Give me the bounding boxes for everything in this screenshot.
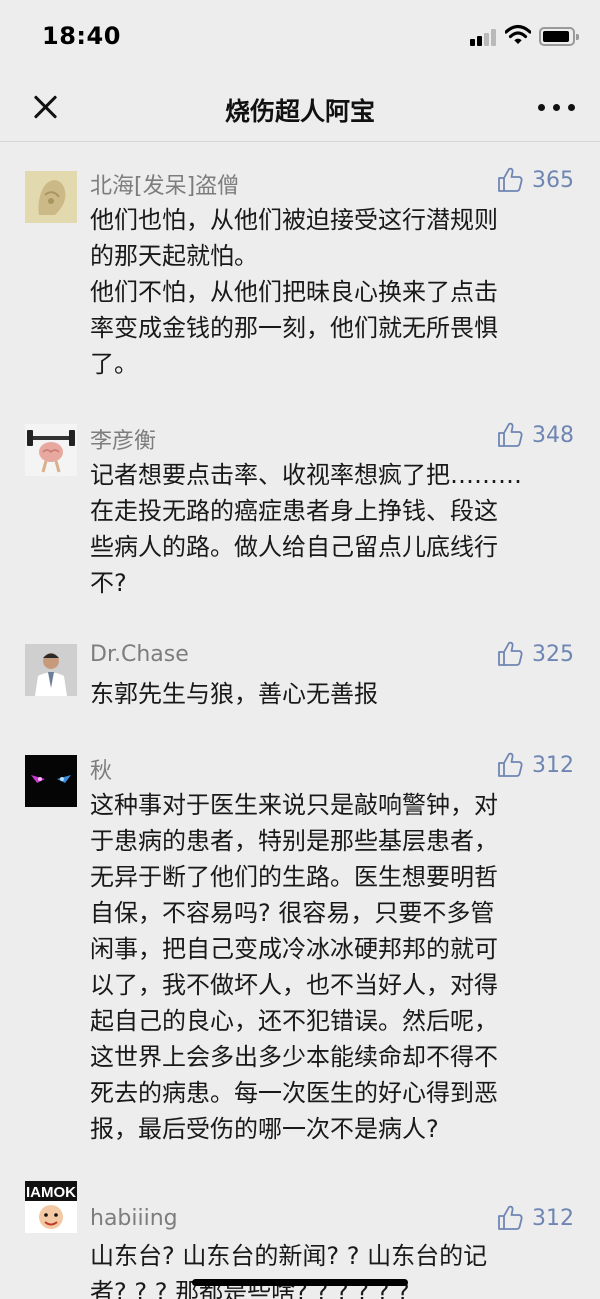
comment-line: 这世界上会多出多少本能续命却不得不 [90, 1043, 498, 1071]
like-count: 348 [532, 422, 574, 448]
like-button[interactable]: 312 [496, 1204, 574, 1232]
comment-line: 些病人的路。做人给自己留点儿底线行 [90, 533, 498, 561]
comment-item: Dr.Chase 325 东郭先生与狼，善心无善报 [0, 616, 600, 730]
nav-bar: 烧伤超人阿宝 [0, 72, 600, 142]
comment-item: 李彦衡 348 记者想要点击率、收视率想疯了把……… 在走投无路的癌症患者身上挣… [0, 396, 600, 616]
avatar[interactable] [25, 171, 77, 223]
like-button[interactable]: 325 [496, 640, 574, 668]
comment-line: 不? [90, 569, 127, 597]
avatar-text: IAMOK [26, 1184, 76, 1201]
wifi-icon [505, 24, 531, 44]
like-count: 312 [532, 1205, 574, 1231]
like-count: 312 [532, 752, 574, 778]
comment-text: 这种事对于医生来说只是敲响警钟，对 于患病的患者，特别是那些基层患者， 无异于断… [90, 787, 570, 1147]
comment-item: 北海[发呆]盗僧 365 他们也怕，从他们被迫接受这行潜规则 的那天起就怕。 他… [0, 143, 600, 396]
comment-line: 了。 [90, 350, 138, 378]
comment-line: 于患病的患者，特别是那些基层患者， [90, 827, 498, 855]
status-bar: 18:40 [0, 0, 600, 72]
comment-line: 在走投无路的癌症患者身上挣钱、段这 [90, 497, 498, 525]
thumbs-up-icon [498, 422, 523, 447]
comment-line: 报，最后受伤的哪一次不是病人? [90, 1115, 439, 1143]
like-button[interactable]: 312 [496, 751, 574, 779]
comment-text: 他们也怕，从他们被迫接受这行潜规则 的那天起就怕。 他们不怕，从他们把昧良心换来… [90, 202, 570, 382]
avatar[interactable] [25, 755, 77, 807]
comment-author[interactable]: habiiing [90, 1206, 178, 1231]
more-icon[interactable] [538, 104, 576, 112]
comment-line: 起自己的良心，还不犯错误。然后呢， [90, 1007, 498, 1035]
comment-line: 他们不怕，从他们把昧良心换来了点击 [90, 278, 498, 306]
comment-text: 记者想要点击率、收视率想疯了把……… 在走投无路的癌症患者身上挣钱、段这 些病人… [90, 457, 570, 601]
like-count: 325 [532, 641, 574, 667]
thumbs-up-icon [498, 1205, 523, 1230]
comment-line: 死去的病患。每一次医生的好心得到恶 [90, 1079, 498, 1107]
thumbs-up-icon [498, 752, 523, 777]
comment-line: 者? ? ? 那都是些啥? ? ? ? ? ? [90, 1278, 410, 1299]
avatar[interactable] [25, 644, 77, 696]
like-button[interactable]: 348 [496, 421, 574, 449]
comment-line: 无异于断了他们的生路。医生想要明哲 [90, 863, 498, 891]
comment-line: 率变成金钱的那一刻，他们就无所畏惧 [90, 314, 498, 342]
avatar[interactable] [25, 424, 77, 476]
comment-line: 东郭先生与狼，善心无善报 [90, 680, 378, 708]
comment-author[interactable]: 李彦衡 [90, 423, 156, 455]
avatar[interactable]: IAMOK [25, 1181, 77, 1233]
status-time: 18:40 [42, 22, 121, 50]
thumbs-up-icon [498, 641, 523, 666]
comment-list: 北海[发呆]盗僧 365 他们也怕，从他们被迫接受这行潜规则 的那天起就怕。 他… [0, 143, 600, 1299]
comment-line: 记者想要点击率、收视率想疯了把……… [90, 461, 522, 489]
comment-item: 秋 312 这种事对于医生来说只是敲响警钟，对 于患病的患者，特别是那些基层患者… [0, 730, 600, 1160]
like-count: 365 [532, 167, 574, 193]
comment-line: 的那天起就怕。 [90, 242, 258, 270]
comment-text: 山东台? 山东台的新闻? ? 山东台的记 者? ? ? 那都是些啥? ? ? ?… [90, 1238, 570, 1299]
comment-line: 山东台? 山东台的新闻? ? 山东台的记 [90, 1242, 488, 1270]
comment-author[interactable]: 北海[发呆]盗僧 [90, 168, 239, 200]
thumbs-up-icon [498, 167, 523, 192]
comment-line: 自保，不容易吗? 很容易，只要不多管 [90, 899, 495, 927]
battery-icon [539, 27, 579, 46]
page-title: 烧伤超人阿宝 [224, 97, 375, 126]
comment-line: 闲事，把自己变成冷冰冰硬邦邦的就可 [90, 935, 498, 963]
comment-line: 他们也怕，从他们被迫接受这行潜规则 [90, 206, 498, 234]
comment-author[interactable]: Dr.Chase [90, 642, 189, 667]
comment-text: 东郭先生与狼，善心无善报 [90, 676, 570, 712]
comment-line: 这种事对于医生来说只是敲响警钟，对 [90, 791, 498, 819]
like-button[interactable]: 365 [496, 166, 574, 194]
comment-line: 以了，我不做坏人，也不当好人，对得 [90, 971, 498, 999]
signal-icon [470, 28, 498, 46]
home-indicator[interactable] [192, 1279, 408, 1286]
comment-author[interactable]: 秋 [90, 753, 112, 785]
